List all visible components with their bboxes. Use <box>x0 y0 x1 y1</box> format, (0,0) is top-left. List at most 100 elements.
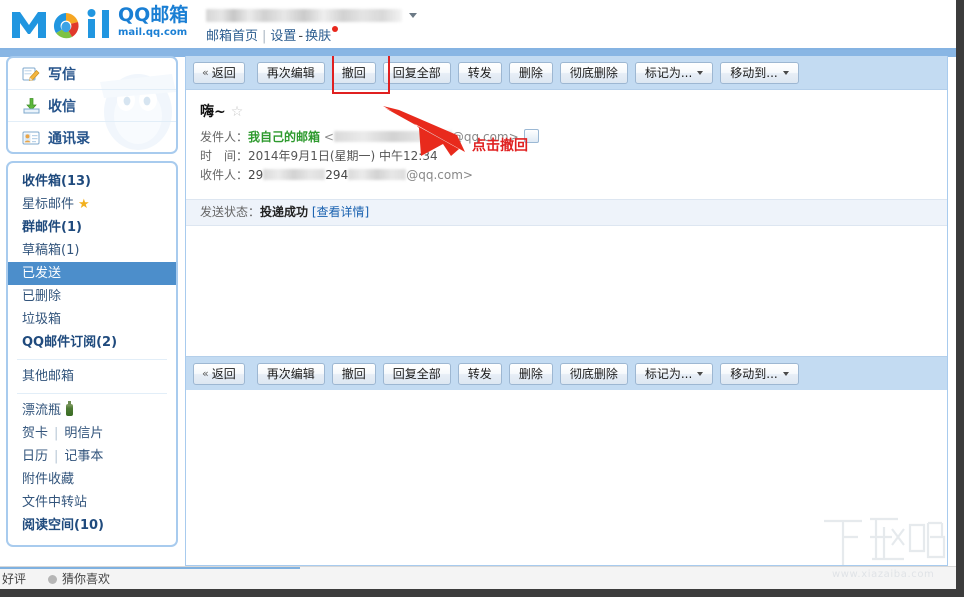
button-label: 彻底删除 <box>570 364 618 384</box>
browser-chrome-right-edge <box>956 0 964 597</box>
sidebar-item-cards[interactable]: 贺卡|明信片 <box>8 422 176 445</box>
mail-from-angle-open: < <box>324 130 334 144</box>
sidebar-folder-label: 草稿箱(1) <box>22 243 79 258</box>
sidebar-item-other-mailbox[interactable]: 其他邮箱 <box>8 365 176 388</box>
link-skin[interactable]: 换肤 <box>305 29 331 44</box>
edit-again-button-bottom[interactable]: 再次编辑 <box>257 363 325 385</box>
chevron-left-icon: « <box>202 364 209 384</box>
sidebar-item-label: 通讯录 <box>48 128 90 148</box>
sidebar-item-label[interactable]: 日历 <box>22 449 48 464</box>
sidebar-divider <box>17 393 167 394</box>
button-label: 彻底删除 <box>570 63 618 83</box>
sidebar-item-drift-bottle[interactable]: 漂流瓶 <box>8 399 176 422</box>
sidebar-folder-subscription[interactable]: QQ邮件订阅(2) <box>8 331 176 354</box>
sidebar-item-compose[interactable]: 写信 <box>8 58 176 90</box>
sidebar-item-calendar[interactable]: 日历 | 记事本 <box>8 445 176 468</box>
brand-block: QQ邮箱 mail.qq.com <box>118 6 208 38</box>
add-contact-icon[interactable] <box>524 129 539 143</box>
recall-button[interactable]: 撤回 <box>332 62 376 84</box>
sidebar-item-label: 附件收藏 <box>22 472 74 487</box>
qqmail-logo[interactable] <box>8 5 120 43</box>
permanent-delete-button-bottom[interactable]: 彻底删除 <box>560 363 628 385</box>
back-button[interactable]: «返回 <box>193 62 245 84</box>
compose-icon <box>22 65 40 83</box>
reply-all-button-bottom[interactable]: 回复全部 <box>383 363 451 385</box>
sidebar-item-label[interactable]: 明信片 <box>64 426 103 441</box>
status-bar-progress-line <box>0 567 300 569</box>
move-to-button[interactable]: 移动到... <box>720 62 798 84</box>
sidebar-item-label[interactable]: 记事本 <box>64 449 103 464</box>
account-selector[interactable] <box>206 8 417 24</box>
mail-time-label: 时 间： <box>200 149 248 163</box>
sidebar-item-attachment-favorites[interactable]: 附件收藏 <box>8 468 176 491</box>
chevron-down-icon[interactable] <box>409 13 417 18</box>
link-settings[interactable]: 设置 <box>270 29 296 44</box>
button-label: 回复全部 <box>393 63 441 83</box>
sidebar-divider <box>17 359 167 360</box>
sidebar-item-receive[interactable]: 收信 <box>8 90 176 122</box>
sidebar-folder-deleted[interactable]: 已删除 <box>8 285 176 308</box>
button-label: 标记为... <box>645 364 692 384</box>
view-details-link[interactable]: [查看详情] <box>312 205 369 219</box>
bullet-icon <box>48 575 57 584</box>
sidebar-pair-separator: | <box>54 449 58 464</box>
mark-as-button[interactable]: 标记为... <box>635 62 713 84</box>
permanent-delete-button[interactable]: 彻底删除 <box>560 62 628 84</box>
button-label: 转发 <box>468 63 492 83</box>
brand-name: QQ邮箱 <box>118 6 208 25</box>
sidebar-folder-spam[interactable]: 垃圾箱 <box>8 308 176 331</box>
brand-url: mail.qq.com <box>118 28 208 38</box>
chevron-down-icon <box>783 372 789 376</box>
chevron-down-icon <box>783 71 789 75</box>
forward-button[interactable]: 转发 <box>458 62 502 84</box>
forward-button-bottom[interactable]: 转发 <box>458 363 502 385</box>
sidebar-item-reading-space[interactable]: 阅读空间(10) <box>8 514 176 537</box>
sidebar-folder-label: QQ邮件订阅(2) <box>22 335 117 350</box>
receive-icon <box>22 97 40 115</box>
footer-recommend[interactable]: 猜你喜欢 <box>48 570 110 587</box>
move-to-button-bottom[interactable]: 移动到... <box>720 363 798 385</box>
star-toggle-icon[interactable]: ☆ <box>231 104 244 120</box>
header-link-separator: | <box>262 29 266 44</box>
button-label: 删除 <box>519 63 543 83</box>
delete-button-bottom[interactable]: 删除 <box>509 363 553 385</box>
send-status-label: 发送状态： <box>200 205 260 219</box>
chevron-down-icon <box>697 372 703 376</box>
sidebar-item-file-transfer[interactable]: 文件中转站 <box>8 491 176 514</box>
recall-button-bottom[interactable]: 撤回 <box>332 363 376 385</box>
sidebar-item-label[interactable]: 贺卡 <box>22 426 48 441</box>
sidebar-item-label: 文件中转站 <box>22 495 87 510</box>
sidebar-folder-inbox[interactable]: 收件箱(13) <box>8 170 176 193</box>
send-status-value: 投递成功 <box>260 205 308 219</box>
chevron-down-icon <box>697 71 703 75</box>
button-label: 标记为... <box>645 63 692 83</box>
delete-button[interactable]: 删除 <box>509 62 553 84</box>
link-mail-home[interactable]: 邮箱首页 <box>206 29 258 44</box>
button-label: 再次编辑 <box>267 364 315 384</box>
mail-toolbar-bottom: «返回 再次编辑 撤回 回复全部 转发 删除 彻底删除 标记为... 移动到..… <box>186 356 947 390</box>
reply-all-button[interactable]: 回复全部 <box>383 62 451 84</box>
sidebar: 写信 收信 <box>6 56 178 547</box>
sidebar-item-label: 写信 <box>48 64 76 84</box>
sidebar-folder-starred[interactable]: 星标邮件★ <box>8 193 176 216</box>
mark-as-button-bottom[interactable]: 标记为... <box>635 363 713 385</box>
sidebar-item-label: 漂流瓶 <box>22 403 61 418</box>
sidebar-folder-group-mail[interactable]: 群邮件(1) <box>8 216 176 239</box>
back-button-label: 返回 <box>212 63 236 83</box>
chevron-left-icon: « <box>202 63 209 83</box>
page-root: QQ邮箱 mail.qq.com 邮箱首页 | 设置-换肤 <box>0 0 964 597</box>
sidebar-item-label: 阅读空间(10) <box>22 518 104 533</box>
sidebar-folder-sent[interactable]: 已发送 <box>8 262 176 285</box>
footer-rating-text[interactable]: 好评 <box>2 570 26 587</box>
mail-to-prefix: 29 <box>248 168 263 182</box>
sidebar-folder-drafts[interactable]: 草稿箱(1) <box>8 239 176 262</box>
mail-from-name: 我自己的邮箱 <box>248 130 320 144</box>
back-button-bottom[interactable]: «返回 <box>193 363 245 385</box>
header-link-dash: - <box>298 29 303 44</box>
sidebar-item-contacts[interactable]: 通讯录 <box>8 122 176 154</box>
edit-again-button[interactable]: 再次编辑 <box>257 62 325 84</box>
mail-to-masked-2 <box>348 169 406 180</box>
mail-body <box>186 226 947 356</box>
mail-from-address-masked <box>334 131 452 142</box>
button-label: 撤回 <box>342 63 366 83</box>
